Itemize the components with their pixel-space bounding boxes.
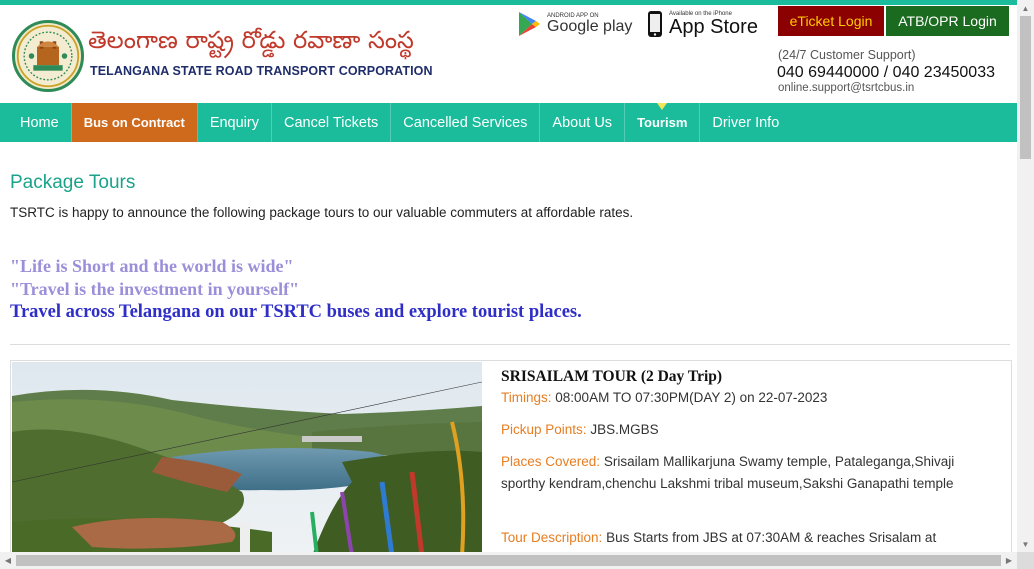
eticket-login-button[interactable]: eTicket Login [778,6,884,36]
quote-life: "Life is Short and the world is wide" [10,256,294,276]
google-play-icon [519,12,540,36]
iphone-icon [648,11,662,37]
tagline: Travel across Telangana on our TSRTC bus… [10,302,582,322]
divider [10,344,1010,345]
page-title: Package Tours [10,172,136,193]
timings-label: Timings: [501,390,552,405]
places-label: Places Covered: [501,454,601,469]
nav-bus-on-contract[interactable]: Bus on Contract [71,103,198,142]
scroll-right-icon[interactable]: ▶ [1001,552,1017,569]
nav-enquiry[interactable]: Enquiry [198,103,272,142]
tour-timings: Timings: 08:00AM TO 07:30PM(DAY 2) on 22… [501,387,971,409]
app-store-badge[interactable]: Available on the iPhone App Store [647,8,758,40]
tour-card: SRISAILAM TOUR (2 Day Trip) Timings: 08:… [10,360,1012,555]
caret-down-icon [657,103,668,110]
support-email[interactable]: online.support@tsrtcbus.in [778,82,914,94]
tour-places: Places Covered: Srisailam Mallikarjuna S… [501,451,971,495]
google-play-badge[interactable]: ANDROID APP ON Google play [517,8,632,40]
tsrtc-logo[interactable] [12,20,84,92]
tour-description: Tour Description: Bus Starts from JBS at… [501,527,971,549]
brand-telugu: తెలంగాణ రాష్ట్ర రోడ్డు రవాణా సంస్థ [88,26,414,54]
tour-title: SRISAILAM TOUR (2 Day Trip) [501,368,723,385]
description-label: Tour Description: [501,530,603,545]
top-accent-bar [0,0,1034,5]
atb-opr-login-button[interactable]: ATB/OPR Login [886,6,1009,36]
pickup-label: Pickup Points: [501,422,587,437]
scroll-left-icon[interactable]: ◀ [0,552,16,569]
nav-tourism[interactable]: Tourism [625,103,701,142]
scroll-down-icon[interactable]: ▼ [1017,536,1034,552]
tour-pickup: Pickup Points: JBS.MGBS [501,419,971,441]
main-navigation: Home Bus on Contract Enquiry Cancel Tick… [0,103,1017,142]
pickup-value: JBS.MGBS [590,422,659,437]
nav-about-us[interactable]: About Us [540,103,626,142]
description-value: Bus Starts from JBS at 07:30AM & reaches… [606,530,937,545]
nav-tourism-label: Tourism [637,115,688,130]
vertical-scrollbar[interactable]: ▲ ▼ [1017,0,1034,552]
nav-cancel-tickets[interactable]: Cancel Tickets [272,103,392,142]
tour-image [12,362,482,555]
horizontal-scroll-thumb[interactable] [16,555,1001,566]
horizontal-scrollbar[interactable]: ◀ ▶ [0,552,1017,569]
scroll-up-icon[interactable]: ▲ [1017,0,1034,16]
support-phone: 040 69440000 / 040 23450033 [777,64,995,81]
intro-text: TSRTC is happy to announce the following… [10,205,634,220]
app-store-label: App Store [669,16,758,38]
nav-home[interactable]: Home [0,103,72,142]
quote-travel: "Travel is the investment in yourself" [10,279,300,299]
nav-driver-info[interactable]: Driver Info [700,103,791,142]
support-label: (24/7 Customer Support) [778,48,916,62]
google-play-label: Google play [547,18,633,35]
scrollbar-corner [1017,552,1034,569]
brand-english: TELANGANA STATE ROAD TRANSPORT CORPORATI… [90,64,433,78]
vertical-scroll-thumb[interactable] [1020,16,1031,159]
nav-cancelled-services[interactable]: Cancelled Services [391,103,541,142]
timings-value: 08:00AM TO 07:30PM(DAY 2) on 22-07-2023 [555,390,828,405]
